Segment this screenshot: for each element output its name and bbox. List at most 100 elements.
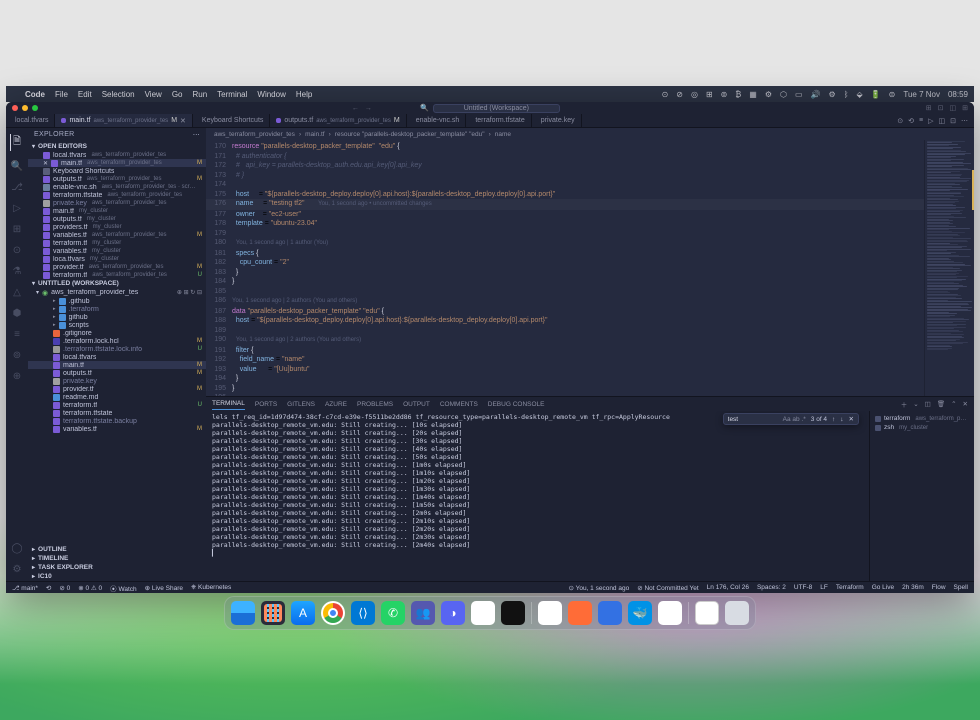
testing-icon[interactable]: ⚗: [13, 266, 22, 277]
panel-tab-output[interactable]: OUTPUT: [403, 399, 430, 410]
search-icon[interactable]: 🔍: [11, 161, 23, 172]
bluetooth-icon[interactable]: ᛒ: [844, 90, 849, 99]
dock-paper-icon[interactable]: [695, 601, 719, 625]
status-item[interactable]: Go Live: [872, 584, 894, 592]
breadcrumb-item[interactable]: resource "parallels-desktop_packer_templ…: [335, 131, 485, 138]
menubar-glyph[interactable]: 🔊: [811, 90, 821, 99]
open-editor-item[interactable]: enable-vnc.sh aws_terraform_provider_tes…: [28, 183, 206, 191]
menubar-date[interactable]: Tue 7 Nov: [903, 90, 940, 99]
menubar-glyph[interactable]: ⊚: [721, 90, 728, 99]
explorer-icon[interactable]: 🗎: [10, 134, 21, 151]
editor-tab[interactable]: private.key: [532, 114, 582, 127]
open-editor-item[interactable]: private.key aws_terraform_provider_tes: [28, 199, 206, 207]
root-actions[interactable]: ⊕ ⊞ ↻ ⊟: [177, 289, 202, 296]
maximize-panel-icon[interactable]: ⌃: [951, 400, 956, 408]
dock-appstore-icon[interactable]: A: [291, 601, 315, 625]
menu-help[interactable]: Help: [296, 90, 312, 99]
section-outline[interactable]: ▸OUTLINE: [28, 545, 206, 554]
nav-forward-icon[interactable]: →: [365, 105, 372, 112]
dock-chrome-icon[interactable]: [321, 601, 345, 625]
editor-tab[interactable]: local.tfvars: [6, 114, 55, 127]
breadcrumb-item[interactable]: name: [495, 131, 511, 138]
status-item[interactable]: Spaces: 2: [757, 584, 786, 592]
editor-tab[interactable]: outputs.tf aws_terraform_provider_tes M: [270, 114, 406, 127]
dock-discord-icon[interactable]: ◑: [441, 601, 465, 625]
tree-item[interactable]: ▸ scripts: [28, 321, 206, 329]
menu-run[interactable]: Run: [192, 90, 207, 99]
dock-finder-icon[interactable]: [231, 601, 255, 625]
tree-item[interactable]: provider.tf M: [28, 385, 206, 393]
dock-postman-icon[interactable]: [568, 601, 592, 625]
panel-tab-gitlens[interactable]: GITLENS: [287, 399, 315, 410]
menubar-glyph[interactable]: ⚙: [765, 90, 772, 99]
workspace-header[interactable]: ▾UNTITLED (WORKSPACE): [28, 279, 206, 288]
azure-icon[interactable]: △: [13, 287, 21, 298]
status-item[interactable]: Ln 176, Col 26: [707, 584, 749, 592]
nav-back-icon[interactable]: ←: [352, 105, 359, 112]
split-terminal-icon[interactable]: ◫: [925, 400, 931, 408]
menubar-time[interactable]: 08:59: [948, 90, 968, 99]
open-editor-item[interactable]: main.tf my_cluster: [28, 207, 206, 215]
status-item[interactable]: Terraform: [836, 584, 864, 592]
status-item[interactable]: ⟲: [46, 583, 51, 593]
battery-icon[interactable]: 🔋: [871, 90, 881, 99]
menu-selection[interactable]: Selection: [102, 90, 135, 99]
open-editor-item[interactable]: terraform.tfstate aws_terraform_provider…: [28, 191, 206, 199]
dock-lens-icon[interactable]: [598, 601, 622, 625]
tree-item[interactable]: ▸ .terraform: [28, 305, 206, 313]
close-tab-icon[interactable]: ✕: [180, 117, 186, 125]
dock-docker-icon[interactable]: 🐳: [628, 601, 652, 625]
menu-view[interactable]: View: [145, 90, 162, 99]
wifi-icon[interactable]: ⬙: [857, 90, 863, 99]
docker-icon[interactable]: ⬢: [13, 308, 22, 319]
open-editor-item[interactable]: ✕ main.tf aws_terraform_provider_tes M: [28, 159, 206, 167]
section-task-explorer[interactable]: ▸TASK EXPLORER: [28, 563, 206, 572]
menubar-glyph[interactable]: ⊞: [706, 90, 713, 99]
tree-item[interactable]: readme.md: [28, 393, 206, 401]
dock-slack-icon[interactable]: [471, 601, 495, 625]
menu-window[interactable]: Window: [257, 90, 285, 99]
status-item[interactable]: ⎈ Kubernetes: [191, 583, 231, 593]
dock-vscode-icon[interactable]: ⟨⟩: [351, 601, 375, 625]
open-editor-item[interactable]: terraform.tf my_cluster: [28, 239, 206, 247]
dock-trash-icon[interactable]: [725, 601, 749, 625]
tab-action-icon[interactable]: ⟲: [908, 117, 914, 125]
account-icon[interactable]: ◯: [11, 543, 22, 554]
open-editor-item[interactable]: local.tfvars aws_terraform_provider_tes: [28, 151, 206, 159]
status-item[interactable]: Flow: [932, 584, 946, 592]
tree-item[interactable]: .terraform.lock.hcl M: [28, 337, 206, 345]
status-item[interactable]: Spell: [954, 584, 968, 592]
menubar-glyph[interactable]: ◎: [691, 90, 698, 99]
menu-go[interactable]: Go: [172, 90, 183, 99]
editor-tab[interactable]: enable-vnc.sh: [407, 114, 467, 127]
editor-tab[interactable]: Keyboard Shortcuts: [193, 114, 270, 127]
window-maximize-button[interactable]: [32, 105, 38, 111]
tree-item[interactable]: .terraform.tfstate.lock.info U: [28, 345, 206, 353]
menubar-glyph[interactable]: ⊙: [662, 90, 669, 99]
tree-item[interactable]: outputs.tf M: [28, 369, 206, 377]
section-ic10[interactable]: ▸IC10: [28, 572, 206, 581]
menu-file[interactable]: File: [55, 90, 68, 99]
status-item[interactable]: 2h 36m: [902, 584, 924, 592]
tree-item[interactable]: ▸ github: [28, 313, 206, 321]
editor-tab[interactable]: main.tf aws_terraform_provider_tes M ✕: [55, 114, 192, 127]
open-editor-item[interactable]: variables.tf aws_terraform_provider_tes …: [28, 231, 206, 239]
run-debug-icon[interactable]: ▷: [13, 203, 21, 214]
open-editors-header[interactable]: ▾OPEN EDITORS: [28, 142, 206, 151]
new-terminal-icon[interactable]: ＋: [901, 399, 908, 409]
extensions-icon[interactable]: ⊞: [13, 224, 21, 235]
open-editor-item[interactable]: providers.tf my_cluster: [28, 223, 206, 231]
titlebar-action-icon[interactable]: ⊡: [938, 104, 944, 112]
menu-edit[interactable]: Edit: [78, 90, 92, 99]
status-item[interactable]: ⊗ 0 ⚠ 0: [78, 583, 102, 593]
menubar-glyph[interactable]: ⚙: [829, 90, 836, 99]
panel-tab-problems[interactable]: PROBLEMS: [357, 399, 393, 410]
tree-item[interactable]: terraform.tfstate: [28, 409, 206, 417]
tab-action-icon[interactable]: ≡: [919, 117, 923, 124]
window-minimize-button[interactable]: [22, 105, 28, 111]
kill-terminal-icon[interactable]: 🗑: [937, 400, 945, 408]
menubar-glyph[interactable]: ▭: [795, 90, 803, 99]
tree-item[interactable]: terraform.tfstate.backup: [28, 417, 206, 425]
status-item[interactable]: ⎇ main*: [12, 583, 38, 593]
tree-item[interactable]: ▸ .github: [28, 297, 206, 305]
